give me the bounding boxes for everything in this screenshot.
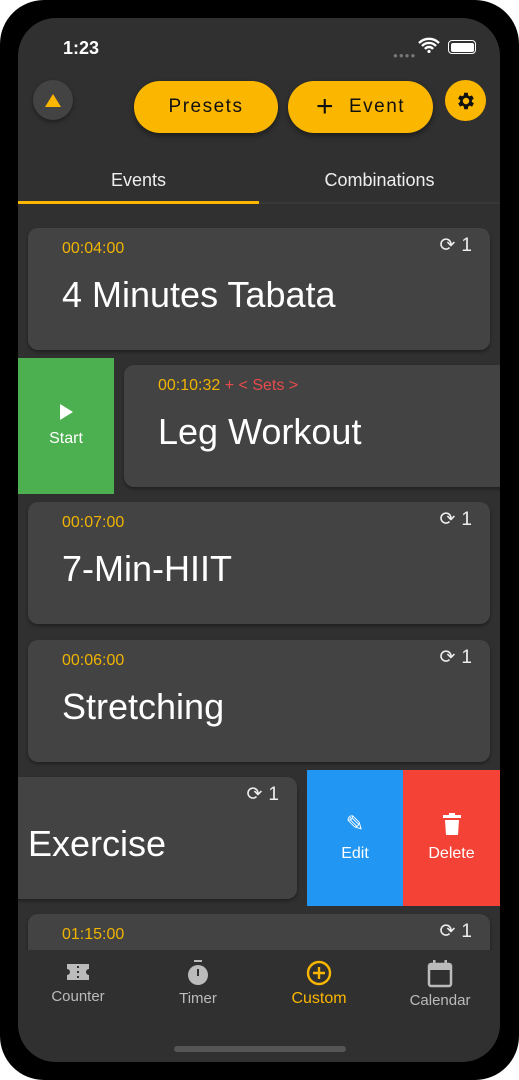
calendar-icon	[427, 960, 453, 988]
event-duration: 00:07:00	[62, 514, 125, 531]
bottom-nav: Counter Timer Custom Calendar	[18, 950, 500, 1062]
add-circle-icon	[306, 960, 332, 986]
screen: 1:23 ●●●● Presets + Event Events Combinat…	[18, 18, 500, 1062]
nav-label: Timer	[179, 990, 217, 1007]
stopwatch-icon	[188, 960, 208, 985]
nav-label: Custom	[291, 990, 347, 1007]
nav-calendar[interactable]: Calendar	[380, 960, 500, 1009]
tab-events[interactable]: Events	[18, 170, 259, 191]
delete-button[interactable]: Delete	[403, 770, 500, 906]
event-duration: 00:06:00	[62, 652, 125, 669]
ticket-icon	[67, 964, 89, 980]
plus-icon: +	[315, 90, 335, 123]
signal-icon: ●●●●	[393, 51, 417, 60]
event-card[interactable]: 00:07:00 ⟳ 1 7-Min-HIIT	[28, 502, 490, 624]
play-icon	[59, 404, 73, 420]
repeat-count: ⟳ 1	[440, 920, 473, 943]
tab-indicator	[18, 201, 259, 204]
repeat-icon: ⟳	[246, 784, 263, 805]
duration-value: 00:10:32	[158, 377, 221, 394]
presets-label: Presets	[168, 96, 244, 117]
repeat-count: ⟳ 1	[440, 234, 473, 257]
event-label: Event	[348, 96, 406, 117]
repeat-icon: ⟳	[439, 921, 456, 942]
nav-label: Calendar	[409, 992, 471, 1009]
event-duration: 01:15:00	[62, 926, 125, 943]
start-button[interactable]: Start	[18, 358, 114, 494]
tab-divider	[259, 202, 500, 204]
settings-button[interactable]	[445, 80, 486, 121]
start-label: Start	[49, 430, 83, 447]
pencil-icon: ✎	[345, 811, 365, 836]
gear-icon	[457, 92, 474, 109]
triangle-up-icon	[45, 93, 61, 107]
event-title: 4 Minutes Tabata	[62, 274, 336, 315]
repeat-icon: ⟳	[439, 509, 456, 530]
repeat-icon: ⟳	[439, 647, 456, 668]
event-card[interactable]: 00:10:32 + < Sets > Leg Workout	[124, 365, 500, 487]
event-title: Exercise	[28, 823, 167, 864]
collapse-button[interactable]	[33, 80, 73, 120]
event-title: Leg Workout	[158, 411, 362, 452]
delete-label: Delete	[428, 845, 475, 862]
repeat-value: 1	[268, 783, 279, 805]
edit-label: Edit	[341, 845, 369, 862]
event-title: 7-Min-HIIT	[62, 548, 232, 589]
repeat-count: ⟳ 1	[440, 508, 473, 531]
repeat-value: 1	[461, 920, 472, 942]
event-card[interactable]: 00:04:00 ⟳ 1 4 Minutes Tabata	[28, 228, 490, 350]
event-duration: 00:04:00	[62, 240, 125, 257]
repeat-value: 1	[461, 508, 472, 530]
event-duration: 00:10:32 + < Sets >	[158, 377, 298, 395]
event-title: Stretching	[62, 686, 225, 727]
repeat-count: ⟳ 1	[440, 646, 473, 669]
trash-icon	[442, 813, 461, 835]
repeat-count: ⟳ 1	[247, 783, 280, 806]
presets-button[interactable]: Presets	[134, 81, 278, 133]
battery-icon	[448, 40, 476, 54]
add-event-button[interactable]: + Event	[288, 81, 433, 133]
nav-timer[interactable]: Timer	[138, 960, 258, 1007]
home-indicator	[174, 1046, 346, 1052]
sets-label: + < Sets >	[224, 377, 299, 394]
tab-combinations[interactable]: Combinations	[259, 170, 500, 191]
event-card[interactable]: ⟳ 1 Exercise	[18, 777, 297, 899]
nav-custom[interactable]: Custom	[259, 960, 379, 1008]
repeat-value: 1	[461, 646, 472, 668]
repeat-icon: ⟳	[439, 235, 456, 256]
repeat-value: 1	[461, 234, 472, 256]
status-time: 1:23	[63, 38, 100, 58]
event-card[interactable]: 00:06:00 ⟳ 1 Stretching	[28, 640, 490, 762]
nav-label: Counter	[51, 988, 105, 1005]
wifi-icon	[418, 37, 440, 58]
phone-frame: 1:23 ●●●● Presets + Event Events Combinat…	[0, 0, 519, 1080]
nav-counter[interactable]: Counter	[18, 960, 138, 1005]
edit-button[interactable]: ✎ Edit	[307, 770, 403, 906]
